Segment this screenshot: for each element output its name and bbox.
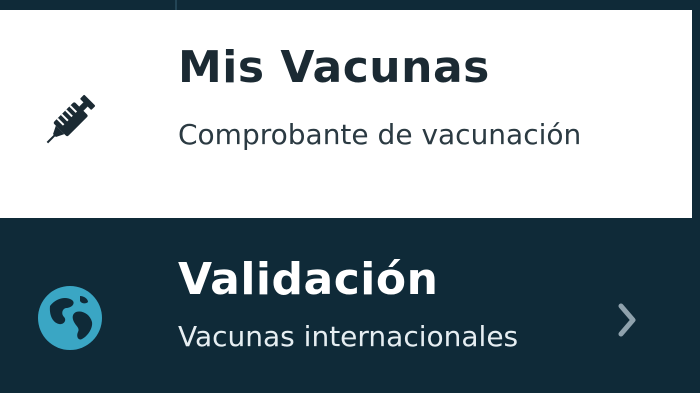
menu-item-mis-vacunas[interactable]: Mis Vacunas Comprobante de vacunación: [0, 10, 692, 218]
app-screen: Mis Vacunas Comprobante de vacunación Va…: [0, 0, 700, 393]
top-tab-edge: [175, 0, 700, 10]
menu-item-subtitle: Vacunas internacionales: [178, 320, 519, 353]
right-rail: [692, 0, 700, 393]
menu-item-subtitle: Comprobante de vacunación: [178, 118, 582, 151]
menu-item-validacion[interactable]: Validación Vacunas internacionales: [0, 218, 692, 393]
menu-item-title: Mis Vacunas: [178, 42, 490, 93]
syringe-icon: [30, 80, 110, 160]
globe-icon: [30, 278, 110, 358]
menu-item-title: Validación: [178, 254, 439, 305]
chevron-right-icon: [612, 300, 642, 340]
top-strip: [0, 0, 700, 10]
